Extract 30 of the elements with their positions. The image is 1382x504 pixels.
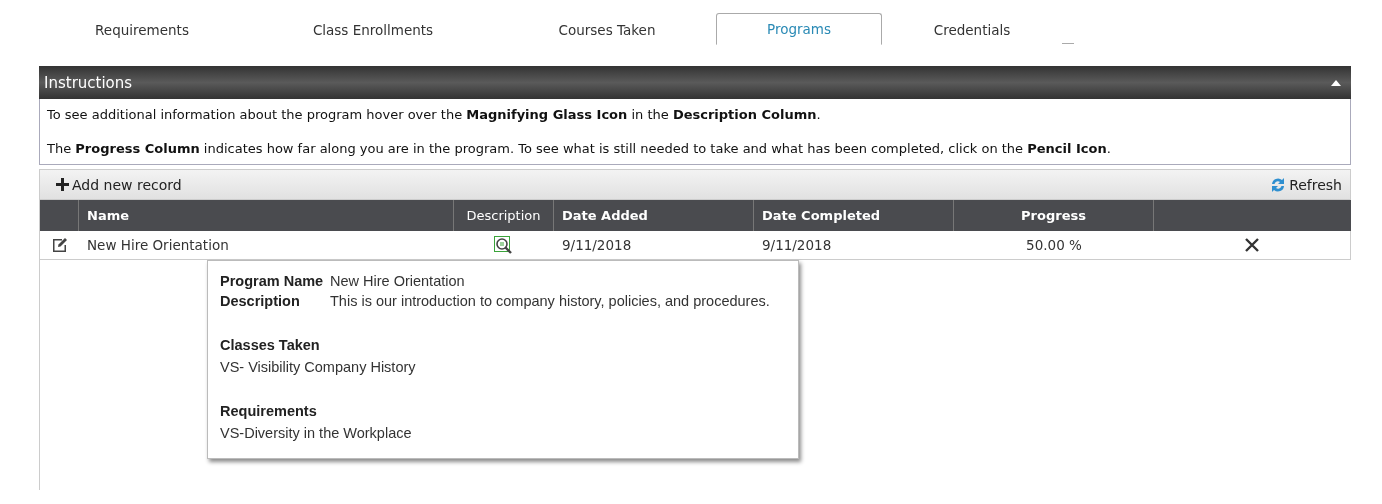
search-icon[interactable] — [494, 236, 514, 254]
section-heading: Requirements — [220, 403, 318, 419]
table-cell-text: 50.00 % — [1025, 236, 1083, 255]
field-label: Description — [220, 293, 301, 309]
field-value: This is our introduction to company history, policies, and procedures. — [330, 293, 771, 309]
table-cell-text: New Hire Orientation — [86, 236, 230, 255]
refresh-button[interactable]: Refresh — [1268, 173, 1344, 196]
field-label: Program Name — [220, 273, 325, 289]
column-header[interactable]: Progress — [954, 200, 1154, 231]
header-cell — [39, 200, 79, 231]
field-value: New Hire Orientation — [330, 273, 466, 289]
collapse-icon[interactable] — [1331, 79, 1341, 86]
pencil-icon[interactable] — [50, 236, 69, 254]
tab[interactable]: Programs — [716, 13, 882, 45]
instructions-title: Instructions — [44, 73, 133, 92]
column-header[interactable]: Date Added — [554, 200, 754, 231]
close-icon[interactable] — [1245, 238, 1259, 252]
column-header[interactable]: Description — [454, 200, 554, 231]
section-heading: Classes Taken — [220, 337, 321, 353]
instruction-text: The Progress Column indicates how far along you are in the program. To see what is still needed to take and what has been completed, click on the Pencil Icon. — [47, 141, 1112, 156]
refresh-icon — [1270, 175, 1287, 194]
section-item: VS- Visibility Company History — [220, 359, 417, 375]
section-item: VS-Diversity in the Workplace — [220, 425, 413, 441]
plus-icon — [56, 178, 69, 191]
table-cell-text: 9/11/2018 — [561, 236, 633, 255]
instruction-text: To see additional information about the program hover over the Magnifying Glass Icon in the Description Column. — [47, 107, 822, 122]
column-header[interactable]: Date Completed — [754, 200, 954, 231]
column-header[interactable]: Name — [79, 200, 454, 231]
add-record-button[interactable]: Add new record — [54, 174, 184, 195]
table-cell-text: 9/11/2018 — [761, 236, 833, 255]
